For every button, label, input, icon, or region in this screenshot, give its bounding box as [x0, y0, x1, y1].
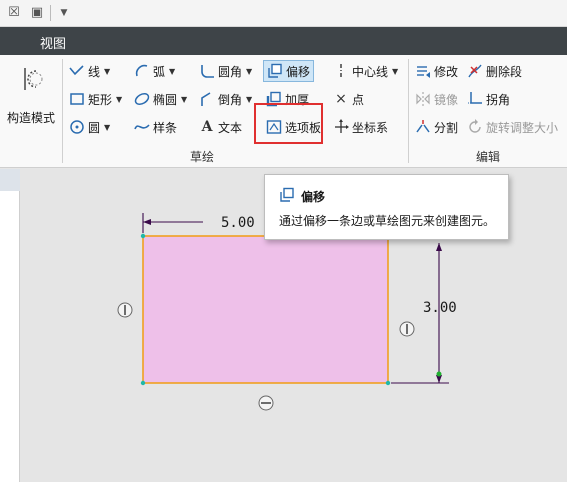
- sketch-rectangle[interactable]: [142, 235, 389, 384]
- width-dimension[interactable]: 5.00: [142, 213, 255, 233]
- sketch-vertex[interactable]: [140, 233, 146, 239]
- dimension-handle[interactable]: [436, 371, 442, 377]
- vertical-constraint-icon[interactable]: [117, 302, 133, 318]
- sketch-graphics: 5.00 3.00: [117, 213, 457, 411]
- offset-icon: [280, 187, 294, 202]
- height-dimension[interactable]: 3.00: [391, 243, 457, 384]
- height-dimension-value[interactable]: 3.00: [423, 300, 457, 316]
- vertical-constraint-icon[interactable]: [399, 321, 415, 337]
- offset-tooltip: 偏移 通过偏移一条边或草绘图元来创建图元。: [264, 174, 509, 240]
- sketch-vertex[interactable]: [385, 380, 391, 386]
- sketch-vertex[interactable]: [140, 380, 146, 386]
- width-dimension-value[interactable]: 5.00: [221, 215, 255, 231]
- tooltip-description: 通过偏移一条边或草绘图元来创建图元。: [279, 214, 496, 228]
- tooltip-title: 偏移: [301, 190, 326, 204]
- horizontal-constraint-icon[interactable]: [258, 395, 274, 411]
